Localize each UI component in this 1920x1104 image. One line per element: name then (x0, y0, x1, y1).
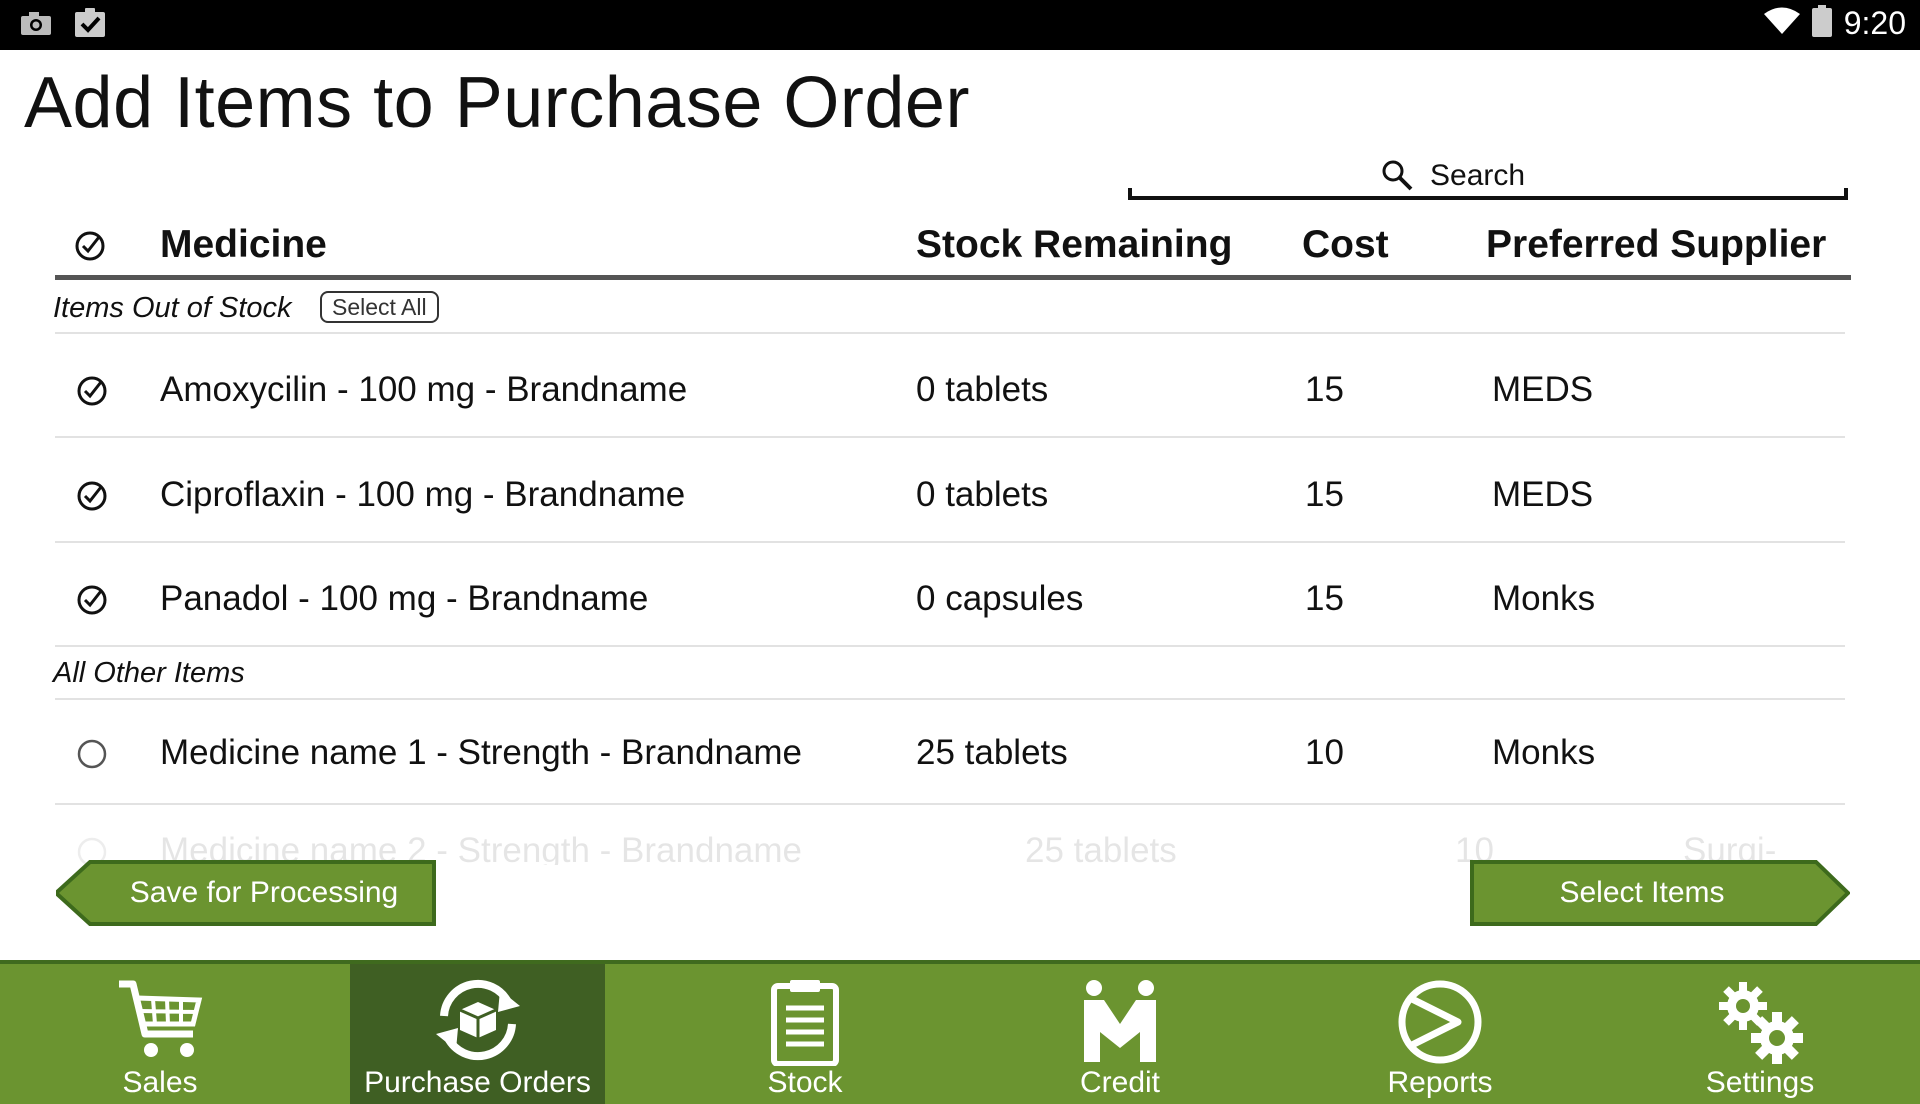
medicine-name: Medicine name 1 - Strength - Brandname (160, 733, 802, 772)
search-input[interactable] (1430, 158, 1810, 194)
row-divider (55, 436, 1845, 438)
select-all-check-icon[interactable] (73, 229, 107, 268)
row-divider (55, 541, 1845, 543)
bottom-nav: Sales Purchase Orders Stock Credit Repor… (0, 960, 1920, 1104)
nav-item-purchase-orders[interactable]: Purchase Orders (350, 964, 605, 1104)
checked-icon[interactable] (75, 374, 109, 413)
table-row[interactable]: Ciproflaxin - 100 mg - Brandname 0 table… (55, 445, 1845, 545)
column-header-medicine[interactable]: Medicine (160, 223, 327, 267)
select-all-button[interactable]: Select All (320, 291, 439, 323)
credit-handshake-icon (1080, 978, 1160, 1069)
checked-icon[interactable] (75, 583, 109, 622)
nav-item-settings[interactable]: Settings (1630, 964, 1890, 1104)
row-divider (55, 332, 1845, 334)
stock-remaining: 25 tablets (916, 733, 1068, 772)
save-for-processing-button[interactable]: Save for Processing (56, 860, 436, 926)
nav-label-credit: Credit (1079, 1066, 1161, 1099)
preferred-supplier: Monks (1492, 733, 1596, 772)
clipboard-icon (770, 978, 840, 1071)
checked-icon[interactable] (75, 479, 109, 518)
page-title: Add Items to Purchase Order (24, 63, 970, 143)
gears-icon (1715, 978, 1805, 1071)
nav-item-stock[interactable]: Stock (680, 964, 930, 1104)
column-header-cost[interactable]: Cost (1302, 223, 1389, 267)
cart-icon (115, 978, 205, 1067)
reports-icon (1396, 978, 1484, 1071)
nav-item-sales[interactable]: Sales (0, 964, 320, 1104)
save-for-processing-label: Save for Processing (129, 876, 399, 909)
table-row[interactable]: Panadol - 100 mg - Brandname 0 capsules … (55, 549, 1845, 649)
preferred-supplier: MEDS (1492, 370, 1594, 409)
column-header-supplier[interactable]: Preferred Supplier (1486, 223, 1826, 267)
section-label-out-of-stock: Items Out of Stock (53, 292, 292, 324)
clock: 9:20 (1843, 5, 1906, 41)
cost: 15 (1305, 579, 1344, 618)
stock-remaining: 25 tablets (1025, 831, 1177, 865)
row-divider (55, 645, 1845, 647)
medicine-name: Panadol - 100 mg - Brandname (160, 579, 649, 618)
search-icon[interactable] (1380, 158, 1414, 197)
nav-item-credit[interactable]: Credit (990, 964, 1250, 1104)
preferred-supplier: Monks (1492, 579, 1596, 618)
unchecked-radio-icon[interactable] (75, 737, 109, 776)
select-items-button[interactable]: Select Items (1470, 860, 1850, 926)
cost: 15 (1305, 475, 1344, 514)
table-row[interactable]: Amoxycilin - 100 mg - Brandname 0 tablet… (55, 340, 1845, 440)
stock-remaining: 0 tablets (916, 370, 1049, 409)
preferred-supplier: MEDS (1492, 475, 1594, 514)
cost: 15 (1305, 370, 1344, 409)
status-bar: 9:20 (0, 0, 1920, 50)
nav-label-stock: Stock (767, 1066, 843, 1099)
clipboard-check-icon (74, 8, 106, 43)
row-divider (55, 698, 1845, 700)
table-row[interactable]: Medicine name 2 - Strength - Brandname 2… (55, 805, 1845, 865)
table-header: Medicine Stock Remaining Cost Preferred … (55, 215, 1851, 280)
status-bar-left (20, 8, 106, 43)
medicine-name: Amoxycilin - 100 mg - Brandname (160, 370, 688, 409)
nav-item-reports[interactable]: Reports (1310, 964, 1570, 1104)
table-row[interactable]: Medicine name 1 - Strength - Brandname 2… (55, 703, 1845, 803)
battery-icon (1811, 5, 1832, 42)
status-bar-right: 9:20 (1763, 5, 1906, 42)
nav-label-purchase-orders: Purchase Orders (364, 1066, 591, 1099)
nav-label-settings: Settings (1705, 1066, 1815, 1099)
medicine-name: Ciproflaxin - 100 mg - Brandname (160, 475, 686, 514)
stock-remaining: 0 capsules (916, 579, 1084, 618)
purchase-orders-icon (430, 978, 526, 1067)
column-header-stock[interactable]: Stock Remaining (916, 223, 1232, 267)
select-items-label: Select Items (1559, 876, 1725, 909)
nav-label-sales: Sales (122, 1066, 198, 1099)
search-bar[interactable] (1128, 152, 1848, 200)
camera-icon (20, 10, 52, 41)
nav-label-reports: Reports (1387, 1066, 1493, 1099)
section-label-all-other-items: All Other Items (53, 657, 245, 689)
cost: 10 (1305, 733, 1344, 772)
stock-remaining: 0 tablets (916, 475, 1049, 514)
wifi-icon (1763, 7, 1800, 40)
